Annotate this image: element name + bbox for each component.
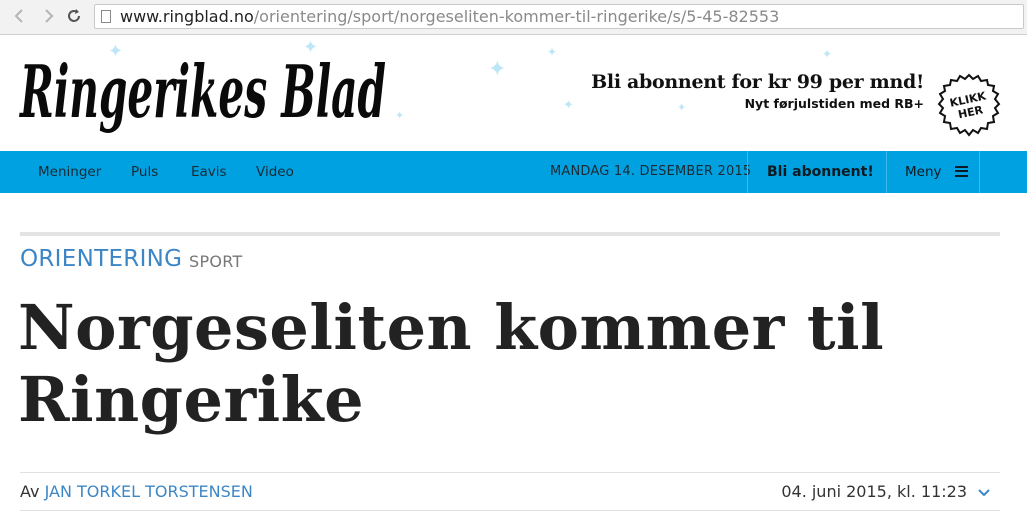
sparkle-icon: ✦ [547, 45, 558, 59]
author-link[interactable]: JAN TORKEL TORSTENSEN [45, 482, 253, 501]
subscribe-link[interactable]: Bli abonnent! [767, 151, 874, 193]
sparkle-icon: ✦ [395, 109, 405, 122]
headline-line1: Norgeseliten kommer til [18, 291, 885, 364]
reload-icon [68, 9, 80, 22]
nav-divider [886, 151, 887, 193]
article-headline: Norgeseliten kommer til Ringerike [18, 292, 1008, 436]
url-host: www.ringblad.no [120, 7, 254, 26]
chevron-down-icon[interactable] [976, 484, 992, 500]
byline-divider [20, 472, 1000, 473]
nav-item-puls[interactable]: Puls [131, 151, 158, 193]
main-navigation: Meninger Puls Eavis Video MANDAG 14. DES… [0, 151, 1027, 193]
forward-button[interactable] [38, 6, 58, 26]
promo-subline: Nyt førjulstiden med RB+ [744, 96, 924, 111]
nav-divider [979, 151, 980, 193]
sparkle-icon: ✦ [563, 98, 574, 113]
nav-item-video[interactable]: Video [256, 151, 294, 193]
article-byline: Av JAN TORKEL TORSTENSEN [20, 482, 253, 501]
logo-text: Ringerikes Blad [19, 49, 386, 134]
bottom-divider [20, 510, 1000, 511]
menu-label: Meny [905, 164, 942, 180]
promo-headline: Bli abonnent for kr 99 per mnd! [591, 71, 924, 93]
article-kicker[interactable]: ORIENTERING [20, 246, 182, 272]
published-date: 04. juni 2015, kl. 11:23 [781, 482, 967, 501]
menu-button[interactable]: Meny [905, 151, 968, 193]
chevron-right-icon [45, 9, 54, 23]
article-section[interactable]: SPORT [189, 252, 243, 271]
back-button[interactable] [10, 6, 30, 26]
browser-toolbar: www.ringblad.no/orientering/sport/norges… [0, 0, 1027, 35]
nav-item-eavis[interactable]: Eavis [191, 151, 227, 193]
url-path: /orientering/sport/norgeseliten-kommer-t… [253, 7, 780, 26]
sparkle-icon: ✦ [822, 47, 833, 61]
sparkle-icon: ✦ [488, 57, 507, 82]
masthead: ✦ ✦ ✦ ✦ ✦ ✦ ✦ ✦ Ringerikes Blad Bli abon… [0, 35, 1027, 150]
chevron-left-icon [14, 9, 23, 23]
ringerikes-blad-logo[interactable]: Ringerikes Blad [18, 45, 390, 137]
reload-button[interactable] [64, 6, 84, 26]
klikk-her-badge[interactable]: KLIKK HER [937, 73, 1001, 137]
subscription-promo[interactable]: Bli abonnent for kr 99 per mnd! Nyt førj… [591, 71, 924, 111]
nav-divider [747, 151, 748, 193]
hamburger-icon [954, 165, 968, 177]
current-date: MANDAG 14. DESEMBER 2015 [550, 164, 752, 179]
url-text: www.ringblad.no/orientering/sport/norges… [120, 8, 779, 26]
page-icon [101, 10, 111, 23]
byline-prefix: Av [20, 482, 40, 501]
top-divider [20, 232, 1000, 236]
nav-item-meninger[interactable]: Meninger [38, 151, 101, 193]
address-bar[interactable]: www.ringblad.no/orientering/sport/norges… [94, 4, 1024, 29]
headline-line2: Ringerike [18, 363, 365, 436]
